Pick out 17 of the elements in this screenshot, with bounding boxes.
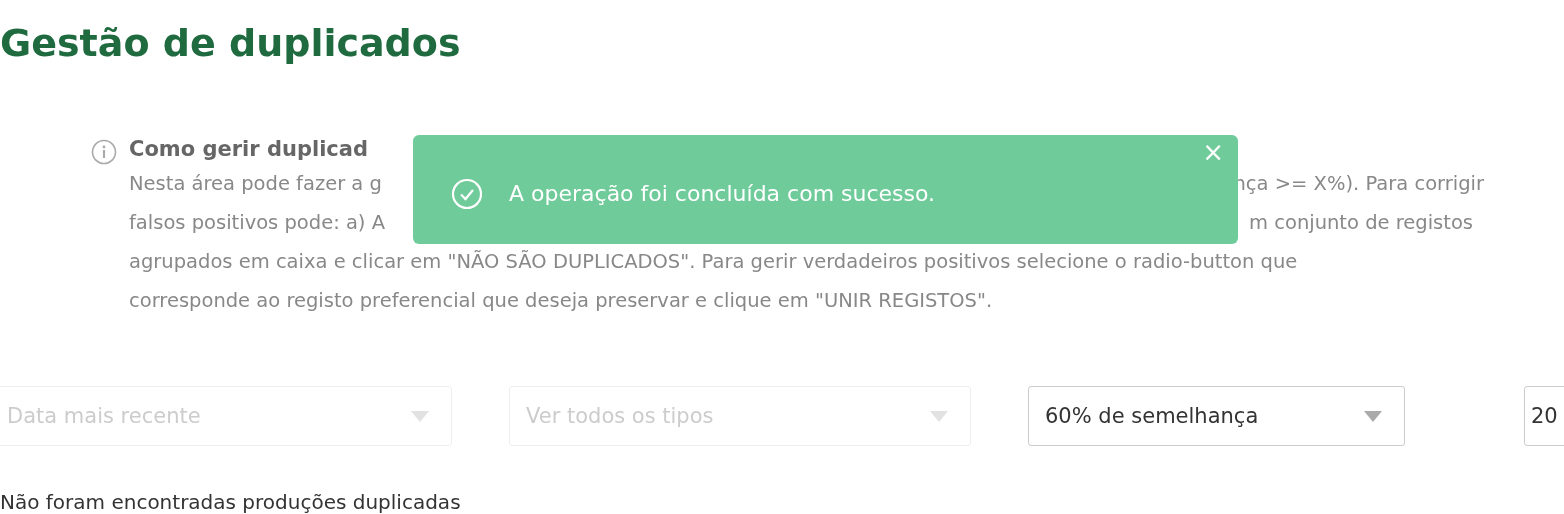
- help-title: Como gerir duplicad: [129, 136, 369, 163]
- caret-icon: [930, 410, 948, 422]
- help-text: agrupados em caixa e clicar em "NÃO SÃO DUPLICADOS". Para gerir verdadeiros positivos selecione o radio-button que: [129, 249, 1298, 275]
- help-text: corresponde ao registo preferencial que deseja preservar e clique em "UNIR REGISTOS".: [129, 288, 993, 314]
- caret-icon: [411, 410, 429, 422]
- toast-message: A operação foi concluída com sucesso.: [509, 181, 936, 206]
- info-icon: [91, 139, 117, 165]
- dropdown[interactable]: 20: [1524, 386, 1564, 446]
- page-title: Gestão de duplicados: [0, 20, 462, 67]
- help-text: falsos positivos pode: a) A: [129, 210, 385, 236]
- check-circle-icon: [451, 177, 483, 210]
- caret-icon: [1364, 410, 1382, 422]
- help-text: m conjunto de registos: [1249, 210, 1473, 236]
- empty-message: Não foram encontradas produções duplicadas: [0, 490, 461, 514]
- help-text: Nesta área pode fazer a g: [129, 171, 382, 197]
- close-button[interactable]: ×: [1198, 139, 1228, 165]
- dropdown[interactable]: 60% de semelhança: [1028, 386, 1405, 446]
